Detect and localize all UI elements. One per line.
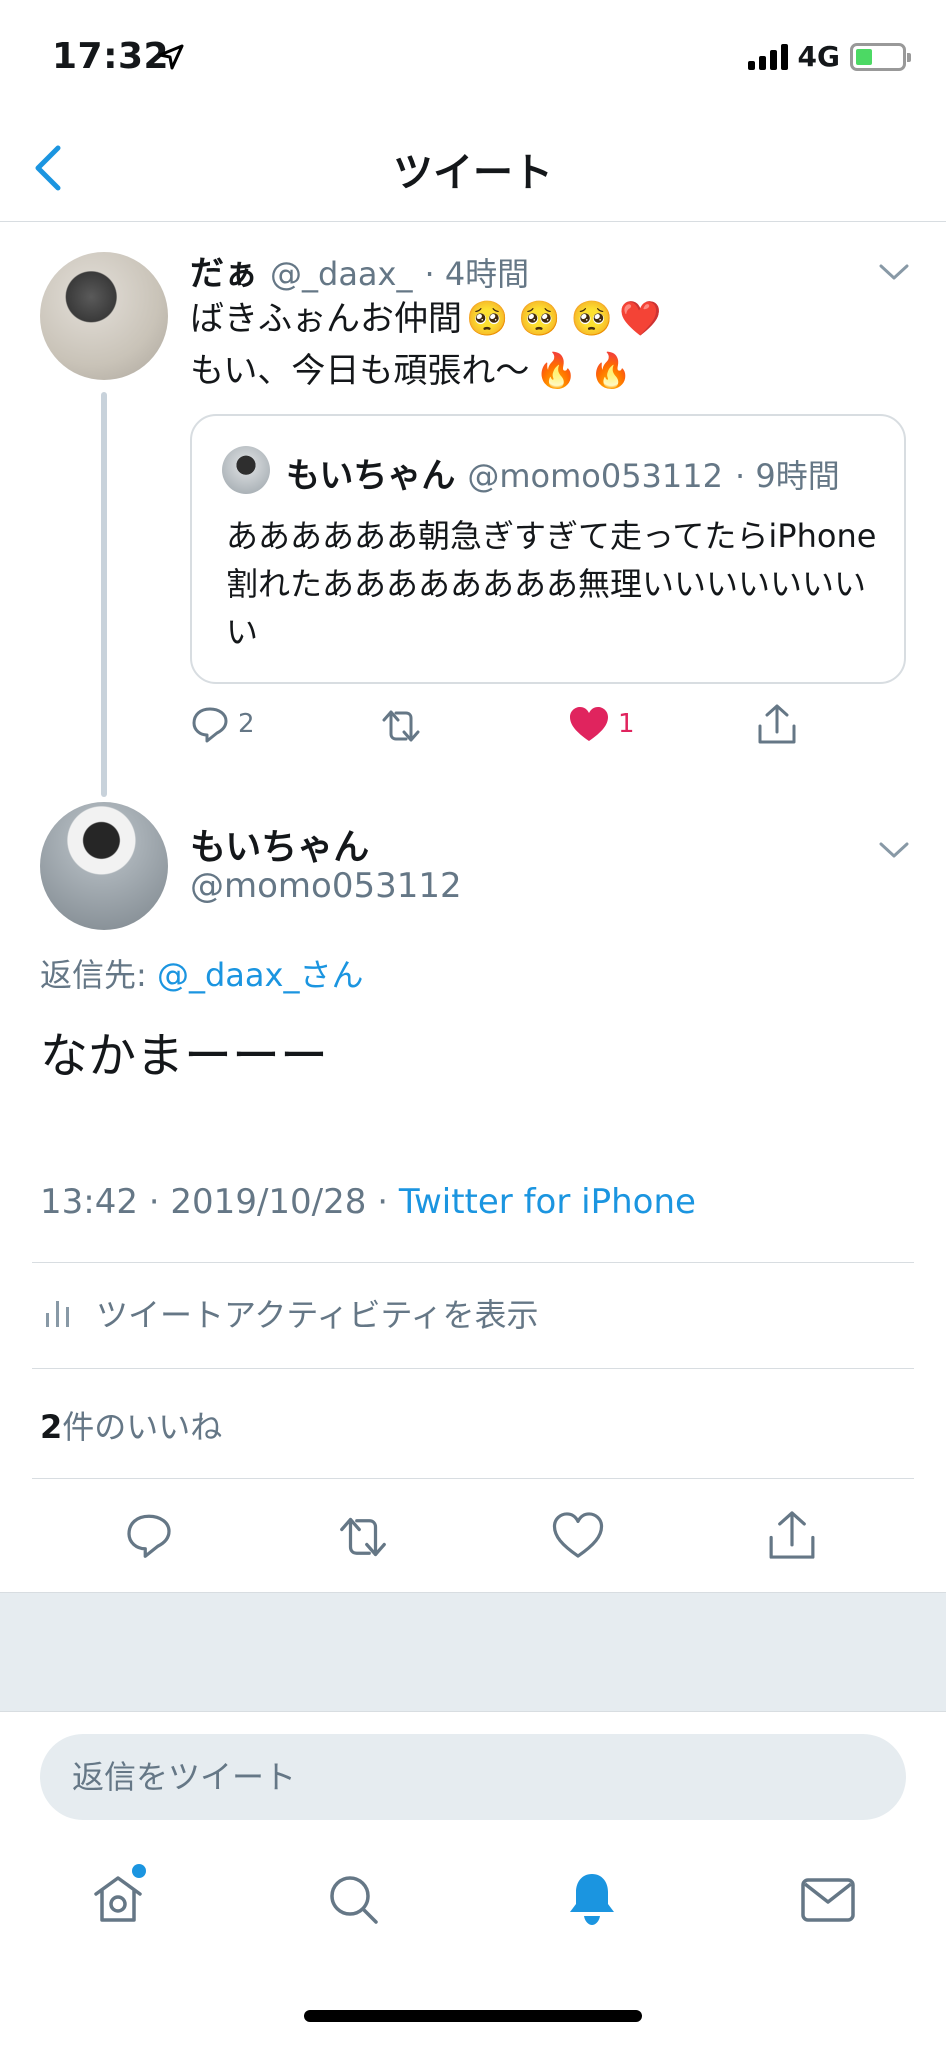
likes-summary[interactable]: 2件のいいね: [40, 1402, 222, 1448]
reply-icon: [192, 707, 228, 743]
tweet-source-link[interactable]: Twitter for iPhone: [399, 1182, 696, 1222]
share-icon[interactable]: [756, 702, 798, 746]
reply-to-line: 返信先: @_daax_さん: [40, 950, 363, 996]
avatar[interactable]: [40, 252, 168, 380]
divider: [32, 1478, 914, 1479]
battery-icon: [850, 42, 911, 71]
location-arrow-icon: [158, 44, 184, 70]
quoted-tweet-text: ああああああ朝急ぎすぎて走ってたらiPhone割れたああああああああ無理いいいい…: [226, 517, 877, 651]
reply-input[interactable]: 返信をツイート: [40, 1734, 906, 1820]
reply-button[interactable]: 2: [190, 704, 255, 744]
share-icon[interactable]: [766, 1508, 818, 1562]
author-name[interactable]: もいちゃん: [190, 818, 369, 870]
reply-icon[interactable]: [124, 1510, 174, 1560]
divider: [32, 1262, 914, 1263]
likes-count: 2: [40, 1408, 63, 1446]
tweet-meta: 13:42 · 2019/10/28 · Twitter for iPhone: [40, 1182, 696, 1222]
divider: [32, 1368, 914, 1369]
header-divider: [0, 221, 946, 222]
heart-icon[interactable]: [552, 1510, 604, 1560]
tweet-time: 13:42: [40, 1182, 138, 1222]
pleading-face-icon: 🥺: [518, 299, 561, 339]
section-separator: [0, 1592, 946, 1712]
bar-chart-icon: [46, 1301, 69, 1327]
reply-to-label: 返信先:: [40, 956, 147, 994]
network-type: 4G: [797, 40, 840, 73]
author-name[interactable]: だぁ: [190, 246, 258, 295]
quoted-author-handle: @momo053112: [467, 457, 723, 495]
avatar[interactable]: [40, 802, 168, 930]
tweet-text: もい、今日も頑張れ〜: [190, 351, 530, 391]
tweet-text: なかまーーー: [40, 1028, 329, 1084]
heart-filled-icon: [570, 707, 608, 741]
avatar: [222, 446, 270, 494]
like-button[interactable]: 1: [568, 704, 635, 744]
page-title: ツイート: [393, 150, 553, 196]
status-time: 17:32: [52, 36, 170, 77]
tweet-date: 2019/10/28: [170, 1182, 367, 1222]
quoted-tweet-header: もいちゃん @momo053112 · 9時間: [286, 448, 840, 497]
tweet-activity-row[interactable]: ツイートアクティビティを表示: [40, 1290, 539, 1336]
tweet-age: · 4時間: [424, 255, 530, 293]
quoted-tweet-age: · 9時間: [734, 457, 840, 495]
parent-tweet-header: だぁ @_daax_ · 4時間: [190, 246, 529, 295]
tweet-text-line-1: ばきふぉんお仲間 🥺 🥺 🥺 ❤️: [190, 294, 661, 344]
home-indicator: [304, 2010, 642, 2022]
author-handle[interactable]: @_daax_: [270, 255, 412, 293]
search-icon[interactable]: [326, 1872, 382, 1928]
pleading-face-icon: 🥺: [570, 299, 614, 339]
home-icon[interactable]: [90, 1870, 146, 1926]
retweet-icon[interactable]: [378, 706, 424, 746]
like-count: 1: [618, 709, 635, 739]
tweet-text-line-2: もい、今日も頑張れ〜 🔥 🔥: [190, 346, 632, 396]
heart-emoji-icon: ❤️: [619, 299, 662, 339]
chevron-down-icon[interactable]: [878, 840, 910, 860]
signal-icon: [747, 43, 788, 70]
messages-icon[interactable]: [798, 1874, 858, 1926]
tweet-activity-label: ツイートアクティビティを表示: [96, 1296, 539, 1334]
quoted-author-name: もいちゃん: [286, 456, 456, 496]
new-content-dot: [132, 1864, 146, 1878]
author-handle[interactable]: @momo053112: [190, 866, 462, 906]
chevron-down-icon[interactable]: [878, 262, 910, 282]
tweet-text: ばきふぉんお仲間: [190, 299, 462, 339]
quoted-tweet-card[interactable]: もいちゃん @momo053112 · 9時間 ああああああ朝急ぎすぎて走ってた…: [190, 414, 906, 684]
likes-label: 件のいいね: [62, 1408, 223, 1446]
retweet-icon[interactable]: [334, 1512, 392, 1562]
reply-count: 2: [238, 709, 255, 739]
reply-to-user-link[interactable]: @_daax_さん: [157, 956, 363, 994]
fire-icon: 🔥: [589, 351, 633, 391]
pleading-face-icon: 🥺: [466, 299, 509, 339]
fire-icon: 🔥: [535, 351, 578, 391]
status-indicators: 4G: [747, 40, 911, 73]
notifications-bell-icon[interactable]: [564, 1868, 620, 1928]
thread-line: [101, 392, 107, 797]
